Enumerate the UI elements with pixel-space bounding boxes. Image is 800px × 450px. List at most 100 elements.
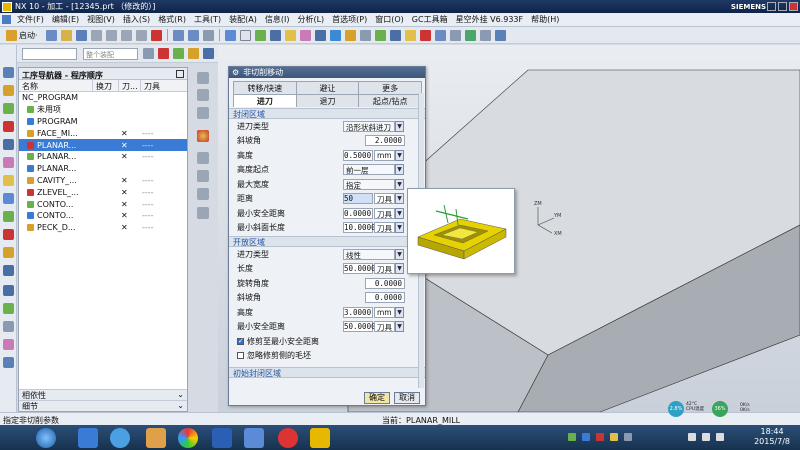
distance-unit-select[interactable]: 刀具 [374, 193, 395, 205]
navigator-row[interactable]: CONTO... ✕ ---- [19, 198, 187, 210]
menu-window[interactable]: 窗口(O) [371, 14, 408, 25]
word-icon[interactable] [212, 428, 232, 448]
save-as-icon[interactable] [90, 29, 102, 41]
height-start-select[interactable]: 前一层 [343, 164, 395, 176]
menu-info[interactable]: 信息(I) [261, 14, 294, 25]
menu-preferences[interactable]: 首选项(P) [328, 14, 371, 25]
tab-transfer-rapid[interactable]: 转移/快速 [233, 81, 297, 94]
navigator-icon[interactable] [3, 67, 14, 78]
undo-icon[interactable] [172, 29, 184, 41]
tab-start-drill-points[interactable]: 起点/钻点 [358, 94, 423, 107]
endpoint-icon[interactable] [203, 48, 214, 59]
rotate-icon[interactable] [254, 29, 266, 41]
point-icon[interactable] [188, 48, 199, 59]
menu-format[interactable]: 格式(R) [154, 14, 190, 25]
open-icon[interactable] [60, 29, 72, 41]
navigator-row[interactable]: CONTO... ✕ ---- [19, 210, 187, 222]
min-safe-unit-select[interactable]: 刀具 [374, 207, 395, 219]
create-op-icon[interactable] [434, 29, 446, 41]
copy-icon[interactable] [120, 29, 132, 41]
app-k-icon[interactable] [78, 428, 98, 448]
app-clock-icon[interactable] [110, 428, 130, 448]
display-icon[interactable] [197, 188, 209, 200]
object-icon[interactable] [197, 207, 209, 219]
render-icon[interactable] [299, 29, 311, 41]
start-orb-icon[interactable] [36, 428, 56, 448]
menu-view[interactable]: 视图(V) [83, 14, 119, 25]
nx-taskbar-icon[interactable] [310, 428, 330, 448]
roles-icon[interactable] [3, 265, 14, 276]
tray-misc-icon[interactable] [624, 433, 632, 441]
system-materials-icon[interactable] [3, 211, 14, 222]
minimize-icon[interactable] [767, 2, 776, 11]
close-icon[interactable] [789, 2, 798, 11]
scope-filter-combo[interactable]: 整个装配 [83, 47, 138, 60]
menu-file[interactable]: 文件(F) [13, 14, 48, 25]
select-icon[interactable] [173, 48, 184, 59]
rotation-angle-input[interactable]: 0.0000 [365, 277, 405, 289]
new-icon[interactable] [45, 29, 57, 41]
navigator-row[interactable]: PROGRAM [19, 116, 187, 128]
snap-icon[interactable] [158, 48, 169, 59]
dropdown-arrow-icon[interactable]: ▼ [395, 321, 404, 333]
dropdown-arrow-icon[interactable]: ▼ [395, 178, 404, 190]
engage-type-select[interactable]: 沿形状斜进刀 [343, 120, 395, 132]
app-browser-icon[interactable] [178, 428, 198, 448]
height-input[interactable]: 0.5000 [343, 149, 373, 161]
max-width-select[interactable]: 指定 [343, 178, 395, 190]
fit-view-icon[interactable] [224, 29, 236, 41]
layer-icon[interactable] [344, 29, 356, 41]
menu-tools[interactable]: 工具(T) [190, 14, 225, 25]
shaded-view-icon[interactable] [239, 29, 251, 41]
create-operation-icon[interactable] [197, 152, 209, 164]
navigator-row[interactable]: PLANAR... ✕ ---- [19, 151, 187, 163]
system-clock[interactable]: 18:44 2015/7/8 [754, 427, 790, 447]
length-unit-select[interactable]: 刀具 [374, 263, 395, 275]
paste-icon[interactable] [135, 29, 147, 41]
create-method-icon[interactable] [197, 130, 209, 142]
details-panel[interactable]: 细节 ⌄ [19, 400, 187, 411]
open-area-section[interactable]: 开放区域 [229, 236, 425, 247]
maximize-icon[interactable] [778, 2, 787, 11]
tray-security-icon[interactable] [596, 433, 604, 441]
gear-icon[interactable]: ⚙ [232, 68, 239, 77]
filter-icon[interactable] [143, 48, 154, 59]
cpu-usage-meter[interactable]: 2.8% [668, 401, 684, 417]
history-icon[interactable] [3, 193, 14, 204]
menu-analysis[interactable]: 分析(L) [293, 14, 328, 25]
length-input[interactable]: 50.0000 [343, 263, 376, 275]
pin-icon[interactable] [176, 70, 184, 78]
min-safe-distance-input[interactable]: 0.0000 [343, 207, 373, 219]
navigator-row[interactable]: FACE_MI... ✕ ---- [19, 127, 187, 139]
height-unit-select[interactable]: mm [374, 149, 395, 161]
settings-icon[interactable] [3, 339, 14, 350]
reuse-library-icon[interactable] [3, 139, 14, 150]
repeat-icon[interactable] [202, 29, 214, 41]
tab-engage[interactable]: 进刀 [233, 94, 297, 107]
palette-icon[interactable] [3, 303, 14, 314]
menu-insert[interactable]: 插入(S) [119, 14, 154, 25]
open-engage-type-select[interactable]: 线性 [343, 248, 395, 260]
column-name[interactable]: 名称 [19, 80, 93, 91]
navigator-row[interactable]: 未用项 [19, 104, 187, 116]
distance-input[interactable]: 50 [343, 193, 373, 205]
navigator-row[interactable]: PLANAR... [19, 163, 187, 175]
tab-retract[interactable]: 退刀 [295, 94, 360, 107]
cancel-button[interactable]: 取消 [394, 392, 420, 404]
menu-help[interactable]: 帮助(H) [527, 14, 563, 25]
shop-doc-icon[interactable] [494, 29, 506, 41]
pan-icon[interactable] [269, 29, 281, 41]
open-ramp-angle-input[interactable]: 0.0000 [365, 292, 405, 304]
geometry-icon[interactable] [404, 29, 416, 41]
assembly-nav-icon[interactable] [3, 85, 14, 96]
view-orient-icon[interactable] [314, 29, 326, 41]
menu-edit[interactable]: 编辑(E) [48, 14, 83, 25]
trim-checkbox[interactable]: ✓ [237, 337, 244, 345]
column-tool-change[interactable]: 换刀 [93, 80, 119, 91]
media-player-icon[interactable] [278, 428, 298, 448]
min-ramp-unit-select[interactable]: 刀具 [374, 222, 395, 234]
open-min-safe-unit-select[interactable]: 刀具 [374, 321, 395, 333]
ramp-angle-input[interactable]: 2.0000 [365, 135, 405, 147]
tray-app-icon[interactable] [568, 433, 576, 441]
app-tools-icon[interactable] [146, 428, 166, 448]
